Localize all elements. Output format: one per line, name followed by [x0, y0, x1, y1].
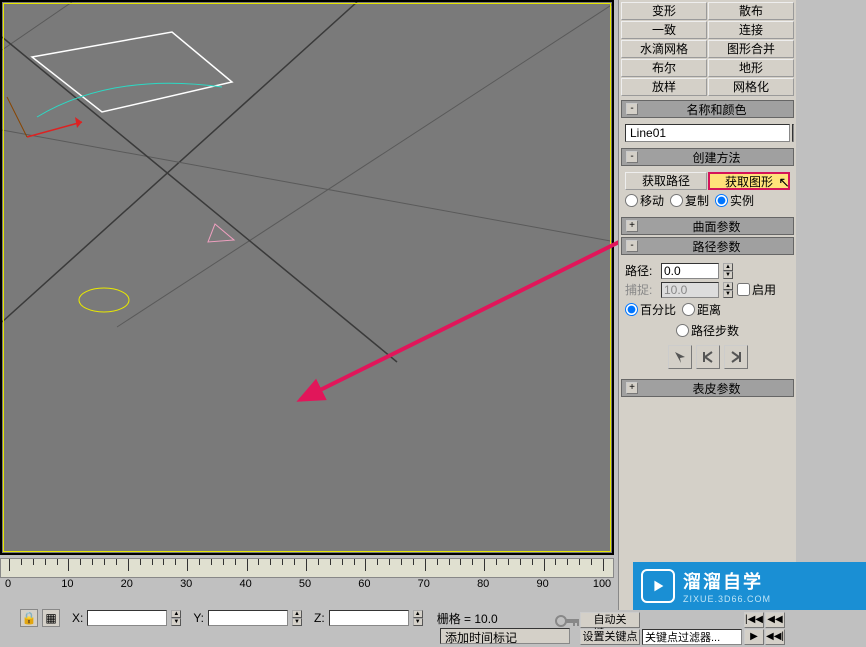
timeline-ruler[interactable]: 0 10 20 30 40 50 60 70 80 90 100: [0, 558, 614, 588]
ruler-label: 100: [593, 578, 611, 590]
btn-terrain[interactable]: 地形: [708, 59, 794, 77]
enable-label: 启用: [752, 281, 776, 298]
pick-icon[interactable]: [668, 345, 692, 369]
compound-object-buttons: 变形 散布 一致 连接 水滴网格 图形合并 布尔 地形 放样 网格化: [621, 2, 794, 96]
btn-boolean[interactable]: 布尔: [621, 59, 707, 77]
logo-title: 溜溜自学: [683, 568, 771, 594]
key-filter-dropdown[interactable]: [642, 629, 742, 645]
goto-start-button[interactable]: |◀◀: [744, 612, 764, 628]
y-input[interactable]: [208, 610, 288, 626]
get-shape-button[interactable]: 获取图形 ↖: [708, 172, 790, 190]
btn-deform[interactable]: 变形: [621, 2, 707, 20]
logo-subtitle: ZIXUE.3D66.COM: [683, 594, 771, 604]
x-input[interactable]: [87, 610, 167, 626]
play-logo-icon: [641, 569, 675, 603]
radio-instance[interactable]: [715, 194, 728, 207]
radio-copy-label: 复制: [685, 192, 709, 209]
command-panel: 变形 散布 一致 连接 水滴网格 图形合并 布尔 地形 放样 网格化 - 名称和…: [618, 0, 796, 610]
ruler-label: 80: [477, 578, 489, 590]
expand-toggle[interactable]: +: [626, 382, 638, 394]
get-shape-label: 获取图形: [725, 175, 773, 189]
btn-blobmesh[interactable]: 水滴网格: [621, 40, 707, 58]
z-label: Z:: [314, 611, 325, 625]
rollout-title: 名称和颜色: [644, 101, 789, 118]
btn-shapemerge[interactable]: 图形合并: [708, 40, 794, 58]
rollout-skin-params[interactable]: + 表皮参数: [621, 379, 794, 397]
btn-loft[interactable]: 放样: [621, 78, 707, 96]
expand-toggle[interactable]: +: [626, 220, 638, 232]
snap-label: 捕捉:: [625, 281, 657, 298]
lock-icon[interactable]: 🔒: [20, 609, 38, 627]
rollout-title: 曲面参数: [644, 218, 789, 235]
btn-mesher[interactable]: 网格化: [708, 78, 794, 96]
path-spinner[interactable]: ▲▼: [723, 263, 733, 279]
collapse-toggle[interactable]: -: [626, 151, 638, 163]
radio-distance[interactable]: [682, 303, 695, 316]
ruler-label: 70: [418, 578, 430, 590]
radio-move-label: 移动: [640, 192, 664, 209]
viewport-scene: [2, 2, 612, 553]
radio-percent-label: 百分比: [640, 301, 676, 318]
radio-distance-label: 距离: [697, 301, 721, 318]
ruler-label: 40: [239, 578, 251, 590]
path-label: 路径:: [625, 262, 657, 279]
goto-end-button[interactable]: ◀◀|: [765, 629, 785, 645]
coordinate-bar: 🔒 ▦ X: ▲▼ Y: ▲▼ Z: ▲▼ 栅格 = 10.0: [0, 608, 550, 628]
object-name-input[interactable]: [625, 124, 790, 142]
watermark-banner: 溜溜自学 ZIXUE.3D66.COM: [633, 562, 866, 610]
ruler-label: 20: [121, 578, 133, 590]
cursor-icon: ↖: [778, 174, 790, 190]
snap-spinner: ▲▼: [723, 282, 733, 298]
rollout-title: 路径参数: [644, 238, 789, 255]
x-spinner[interactable]: ▲▼: [171, 610, 181, 626]
collapse-toggle[interactable]: -: [626, 240, 638, 252]
btn-connect[interactable]: 连接: [708, 21, 794, 39]
z-spinner[interactable]: ▲▼: [413, 610, 423, 626]
prev-path-icon[interactable]: [696, 345, 720, 369]
btn-conform[interactable]: 一致: [621, 21, 707, 39]
snap-value-input: [661, 282, 719, 298]
rollout-name-color[interactable]: - 名称和颜色: [621, 100, 794, 118]
ruler-label: 90: [536, 578, 548, 590]
rollout-surface-params[interactable]: + 曲面参数: [621, 217, 794, 235]
ruler-label: 50: [299, 578, 311, 590]
selection-icon[interactable]: ▦: [42, 609, 60, 627]
ruler-label: 60: [358, 578, 370, 590]
path-value-input[interactable]: [661, 263, 719, 279]
radio-copy[interactable]: [670, 194, 683, 207]
btn-scatter[interactable]: 散布: [708, 2, 794, 20]
x-label: X:: [72, 611, 83, 625]
next-path-icon[interactable]: [724, 345, 748, 369]
enable-snap-checkbox[interactable]: [737, 283, 750, 296]
set-key-button[interactable]: 设置关键点: [580, 629, 640, 645]
animation-controls: 自动关键…… 设置关键点 |◀◀ ◀◀ ▶ ◀◀|: [580, 612, 866, 646]
play-button[interactable]: ▶: [744, 629, 764, 645]
y-label: Y:: [193, 611, 204, 625]
rollout-create-method[interactable]: - 创建方法: [621, 148, 794, 166]
viewport-3d[interactable]: [0, 0, 614, 555]
grid-spacing-label: 栅格 = 10.0: [437, 610, 498, 627]
radio-percent[interactable]: [625, 303, 638, 316]
rollout-path-params[interactable]: - 路径参数: [621, 237, 794, 255]
ruler-label: 10: [61, 578, 73, 590]
rollout-title: 表皮参数: [644, 380, 789, 397]
object-color-swatch[interactable]: [792, 124, 794, 142]
collapse-toggle[interactable]: -: [626, 103, 638, 115]
radio-instance-label: 实例: [730, 192, 754, 209]
y-spinner[interactable]: ▲▼: [292, 610, 302, 626]
radio-move[interactable]: [625, 194, 638, 207]
auto-key-button[interactable]: 自动关键……: [580, 612, 640, 628]
get-path-button[interactable]: 获取路径: [625, 172, 707, 190]
ruler-label: 30: [180, 578, 192, 590]
radio-pathsteps-label: 路径步数: [691, 322, 739, 339]
ruler-label: 0: [5, 578, 11, 590]
rollout-title: 创建方法: [644, 149, 789, 166]
prev-frame-button[interactable]: ◀◀: [765, 612, 785, 628]
z-input[interactable]: [329, 610, 409, 626]
radio-pathsteps[interactable]: [676, 324, 689, 337]
